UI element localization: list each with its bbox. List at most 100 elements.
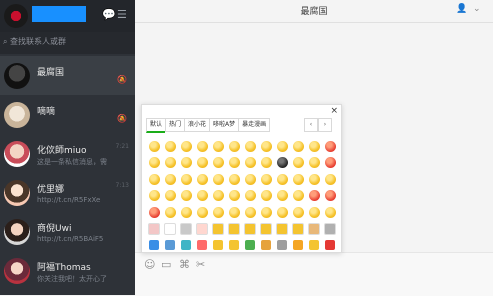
- emoji-item[interactable]: [258, 204, 274, 220]
- emoji-item[interactable]: [146, 171, 162, 187]
- emoji-item[interactable]: [178, 204, 194, 220]
- emoji-item[interactable]: [306, 221, 322, 237]
- contact-item[interactable]: 最腐国 🔕: [0, 56, 135, 95]
- chevron-down-icon[interactable]: ⌄: [473, 4, 481, 14]
- emoji-item[interactable]: [226, 171, 242, 187]
- emoji-item[interactable]: [322, 171, 338, 187]
- emoji-item[interactable]: [178, 155, 194, 171]
- emoji-item[interactable]: [226, 188, 242, 204]
- image-icon[interactable]: ▭: [161, 258, 171, 271]
- emoji-item[interactable]: [194, 171, 210, 187]
- emoji-item[interactable]: [194, 237, 210, 253]
- emoji-item[interactable]: [194, 204, 210, 220]
- emoji-item[interactable]: [210, 138, 226, 154]
- emoji-item[interactable]: [258, 155, 274, 171]
- emoji-item[interactable]: [322, 221, 338, 237]
- emoji-item[interactable]: [306, 188, 322, 204]
- emoji-item[interactable]: [258, 188, 274, 204]
- emoji-item[interactable]: [162, 237, 178, 253]
- emoji-item[interactable]: [242, 237, 258, 253]
- scissors-icon[interactable]: ✂: [196, 258, 205, 271]
- attachment-icon[interactable]: ⌘: [179, 258, 190, 271]
- emoji-item[interactable]: [258, 221, 274, 237]
- emoji-item[interactable]: [322, 204, 338, 220]
- emoji-item[interactable]: [162, 188, 178, 204]
- emoji-item[interactable]: [146, 188, 162, 204]
- emoji-item[interactable]: [290, 155, 306, 171]
- emoji-item[interactable]: [306, 171, 322, 187]
- emoji-item[interactable]: [178, 221, 194, 237]
- close-button[interactable]: ×: [330, 106, 338, 116]
- emoji-item[interactable]: [290, 138, 306, 154]
- emoji-item[interactable]: [146, 221, 162, 237]
- emoji-item[interactable]: [242, 188, 258, 204]
- emoji-item[interactable]: [178, 188, 194, 204]
- emoji-item[interactable]: [258, 237, 274, 253]
- emoji-item[interactable]: [146, 204, 162, 220]
- contact-item[interactable]: 化佽師miuo 这是一条私信消息，需… 7:21: [0, 134, 135, 173]
- emoji-item[interactable]: [178, 171, 194, 187]
- emoji-item[interactable]: [242, 221, 258, 237]
- emoji-item[interactable]: [162, 221, 178, 237]
- emoji-item[interactable]: [178, 237, 194, 253]
- tab-doraemon[interactable]: 哆啦A梦: [209, 118, 239, 132]
- emoji-item[interactable]: [178, 138, 194, 154]
- emoji-item[interactable]: [274, 237, 290, 253]
- emoji-item[interactable]: [146, 237, 162, 253]
- emoji-item[interactable]: [274, 188, 290, 204]
- emoji-item[interactable]: [274, 204, 290, 220]
- emoji-item[interactable]: [226, 237, 242, 253]
- contact-item[interactable]: 阿福Thomas 你关注我吧！太开心了: [0, 251, 135, 290]
- emoji-item[interactable]: [210, 221, 226, 237]
- emoji-item[interactable]: [194, 188, 210, 204]
- emoji-item[interactable]: [290, 171, 306, 187]
- emoji-item[interactable]: [306, 237, 322, 253]
- emoji-item[interactable]: [194, 138, 210, 154]
- emoji-item[interactable]: [322, 155, 338, 171]
- add-user-icon[interactable]: 👤: [456, 4, 467, 14]
- chat-bubble-icon[interactable]: 💬: [102, 8, 116, 22]
- emoji-item[interactable]: [226, 155, 242, 171]
- emoji-item[interactable]: [306, 155, 322, 171]
- tab-langxiaohua[interactable]: 浪小花: [184, 118, 210, 132]
- emoji-item[interactable]: [194, 221, 210, 237]
- emoji-item[interactable]: [146, 138, 162, 154]
- emoji-item[interactable]: [162, 204, 178, 220]
- emoji-item[interactable]: [210, 171, 226, 187]
- emoji-item[interactable]: [290, 237, 306, 253]
- contact-item[interactable]: 商倪Uwi http://t.cn/R5BAiF5: [0, 212, 135, 251]
- emoji-item[interactable]: [162, 171, 178, 187]
- emoji-item[interactable]: [242, 138, 258, 154]
- emoji-item[interactable]: [290, 204, 306, 220]
- emoji-item[interactable]: [226, 138, 242, 154]
- emoji-item[interactable]: [274, 221, 290, 237]
- emoji-item[interactable]: [162, 155, 178, 171]
- emoji-item[interactable]: [162, 138, 178, 154]
- prev-page-button[interactable]: ‹: [304, 118, 318, 132]
- emoji-item[interactable]: [274, 155, 290, 171]
- emoji-item[interactable]: [210, 204, 226, 220]
- tab-default[interactable]: 默认: [146, 118, 166, 133]
- emoji-icon[interactable]: ☺: [144, 258, 155, 271]
- emoji-item[interactable]: [274, 171, 290, 187]
- emoji-item[interactable]: [210, 188, 226, 204]
- next-page-button[interactable]: ›: [318, 118, 332, 132]
- emoji-item[interactable]: [290, 188, 306, 204]
- contact-item[interactable]: 嘀嘀 🔕: [0, 95, 135, 134]
- emoji-item[interactable]: [226, 221, 242, 237]
- menu-icon[interactable]: ☰: [117, 8, 127, 22]
- emoji-item[interactable]: [210, 155, 226, 171]
- search-box[interactable]: ⌕ 查找联系人或群: [0, 32, 135, 54]
- emoji-item[interactable]: [210, 237, 226, 253]
- emoji-item[interactable]: [306, 138, 322, 154]
- emoji-item[interactable]: [290, 221, 306, 237]
- avatar[interactable]: [4, 4, 28, 28]
- search-input[interactable]: ⌕ 查找联系人或群: [3, 36, 66, 47]
- emoji-item[interactable]: [306, 204, 322, 220]
- emoji-item[interactable]: [146, 155, 162, 171]
- contact-item[interactable]: 优里娜 http://t.cn/R5FxXe 7:13: [0, 173, 135, 212]
- emoji-item[interactable]: [274, 138, 290, 154]
- emoji-item[interactable]: [226, 204, 242, 220]
- tab-rage-comics[interactable]: 暴走漫画: [238, 118, 271, 132]
- emoji-item[interactable]: [194, 155, 210, 171]
